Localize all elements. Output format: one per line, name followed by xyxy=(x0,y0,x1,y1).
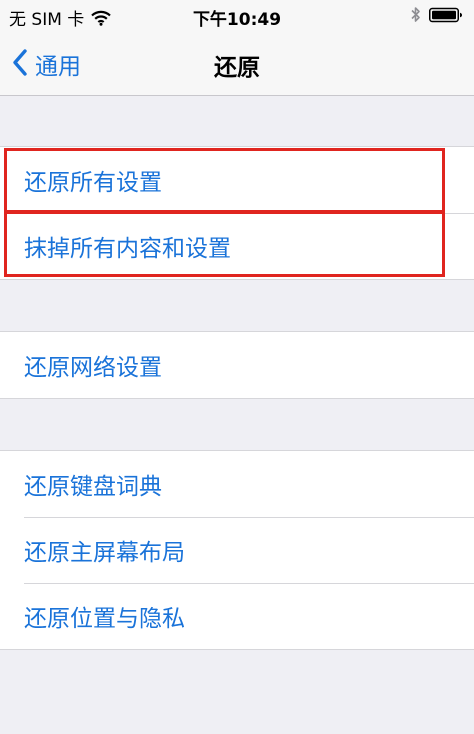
status-time: 下午10:49 xyxy=(192,10,282,30)
reset-network-settings-item[interactable]: 还原网络设置 xyxy=(0,332,474,398)
reset-home-screen-layout-item[interactable]: 还原主屏幕布局 xyxy=(0,517,474,583)
reset-keyboard-dictionary-item[interactable]: 还原键盘词典 xyxy=(0,451,474,517)
bluetooth-icon xyxy=(411,6,421,24)
reset-group-1: 还原所有设置 抹掉所有内容和设置 xyxy=(0,146,474,280)
reset-group-2: 还原网络设置 xyxy=(0,331,474,399)
navigation-bar: 通用 还原 xyxy=(0,32,474,96)
reset-location-privacy-item[interactable]: 还原位置与隐私 xyxy=(0,583,474,649)
reset-keyboard-dictionary-label: 还原键盘词典 xyxy=(24,474,162,500)
erase-all-content-item[interactable]: 抹掉所有内容和设置 xyxy=(0,213,474,279)
page-title: 还原 xyxy=(214,55,260,81)
reset-home-screen-layout-label: 还原主屏幕布局 xyxy=(24,540,185,566)
reset-location-privacy-label: 还原位置与隐私 xyxy=(24,606,185,632)
erase-all-content-label: 抹掉所有内容和设置 xyxy=(24,236,231,262)
reset-all-settings-label: 还原所有设置 xyxy=(24,170,162,196)
reset-all-settings-item[interactable]: 还原所有设置 xyxy=(0,147,474,213)
battery-icon xyxy=(429,7,463,23)
reset-group-3: 还原键盘词典 还原主屏幕布局 还原位置与隐私 xyxy=(0,450,474,650)
status-bar: 无 SIM 卡 下午10:49 xyxy=(0,0,474,32)
status-right xyxy=(411,6,463,24)
reset-network-settings-label: 还原网络设置 xyxy=(24,355,162,381)
